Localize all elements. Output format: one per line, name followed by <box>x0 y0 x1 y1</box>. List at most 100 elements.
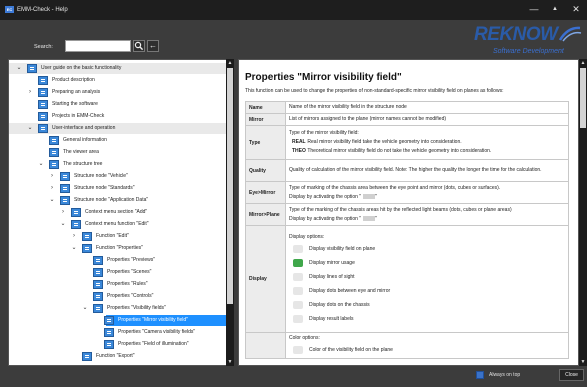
chevron-down-icon[interactable]: ⌄ <box>26 123 34 134</box>
option-label: Display lines of sight <box>309 273 355 280</box>
search-input[interactable] <box>65 40 131 52</box>
scroll-up-icon[interactable]: ▲ <box>226 59 234 67</box>
page-intro: This function can be used to change the … <box>245 88 504 94</box>
row-key: Mirror>Plane <box>245 203 286 226</box>
tree-item-label: Function "Properties" <box>96 245 143 251</box>
scroll-down-icon[interactable]: ▼ <box>579 358 587 366</box>
tree-item-label: Starting the software <box>52 101 98 107</box>
tree-item[interactable]: Product description <box>9 75 233 86</box>
tree-item[interactable]: ⌄ The structure tree <box>9 159 233 170</box>
table-row: Mirror>Plane Type of the marking of the … <box>245 203 569 226</box>
display-option: Display dots between eye and mirror <box>289 284 565 298</box>
table-row: Quality Quality of calculation of the mi… <box>245 159 569 182</box>
tree-item[interactable]: Properties "Camera visibility fields" <box>9 327 233 338</box>
option-label: Display mirror usage <box>309 259 355 266</box>
chevron-down-icon[interactable]: ⌄ <box>70 243 78 254</box>
chevron-right-icon[interactable]: › <box>48 183 56 194</box>
color-option: Color of the visibility field on the pla… <box>289 343 565 357</box>
tree-item[interactable]: ⌄ User guide on the basic functionality <box>9 63 233 74</box>
search-label: Search: <box>34 44 53 50</box>
row-key: Mirror <box>245 113 286 126</box>
scroll-down-icon[interactable]: ▼ <box>226 358 234 366</box>
mirror-plane-option: Display by activating the option " " <box>289 215 377 222</box>
help-content: Properties "Mirror visibility field" Thi… <box>238 59 579 366</box>
tree-item[interactable]: Properties "Mirror visibility field" <box>104 315 233 326</box>
content-scrollbar[interactable]: ▲ ▼ <box>579 59 587 366</box>
chevron-down-icon[interactable]: ⌄ <box>37 159 45 170</box>
chevron-right-icon[interactable]: › <box>48 171 56 182</box>
document-icon <box>104 316 114 325</box>
logo-subtitle: Software Development <box>493 48 564 55</box>
back-button[interactable]: ← <box>147 40 159 52</box>
tree-item[interactable]: The viewer area <box>9 147 233 158</box>
chevron-right-icon[interactable]: › <box>59 207 67 218</box>
document-icon <box>82 232 92 241</box>
tree-item[interactable]: ⌄ Properties "Visibility fields" <box>9 303 233 314</box>
row-value: Type of the marking of the chassis areas… <box>285 203 569 226</box>
color-heading: Color options: <box>289 335 320 341</box>
tree-item[interactable]: Properties "Controls" <box>9 291 233 302</box>
option-label: Display visibility field on plane <box>309 245 376 252</box>
row-value: List of mirrors assigned to the plane (m… <box>285 113 569 126</box>
search-button[interactable] <box>133 40 145 52</box>
row-key: Eye>Mirror <box>245 181 286 204</box>
tree-item[interactable]: › Context menu section "Add" <box>9 207 233 218</box>
document-icon <box>82 352 92 361</box>
tree-item[interactable]: › Structure node "Vehicle" <box>9 171 233 182</box>
row-value: Type of the mirror visibility field: REA… <box>285 125 569 160</box>
chevron-right-icon[interactable]: › <box>70 231 78 242</box>
chevron-right-icon[interactable]: › <box>26 87 34 98</box>
result-labels-icon <box>293 314 303 323</box>
logo: REKNOW Software Development <box>474 24 584 60</box>
row-value: Name of the mirror visibility field in t… <box>285 101 569 114</box>
dots-chassis-icon <box>293 300 303 309</box>
type-real: REAL Real mirror visibility field take t… <box>289 138 565 147</box>
tree-item[interactable]: › Structure node "Standards" <box>9 183 233 194</box>
display-option: Display result labels <box>289 312 565 326</box>
chevron-down-icon[interactable]: ⌄ <box>15 63 23 74</box>
close-window-button[interactable]: ✕ <box>570 4 582 15</box>
chevron-down-icon[interactable]: ⌄ <box>81 303 89 314</box>
document-icon <box>93 280 103 289</box>
tree-item[interactable]: Properties "Field of illumination" <box>9 339 233 350</box>
page-title: Properties "Mirror visibility field" <box>245 72 402 83</box>
chevron-down-icon[interactable]: ⌄ <box>48 195 56 206</box>
maximize-button[interactable]: ▲ <box>549 4 561 15</box>
document-icon <box>60 184 70 193</box>
tree-item[interactable]: Properties "Scenes" <box>9 267 233 278</box>
tree-item[interactable]: Starting the software <box>9 99 233 110</box>
logo-text: REKNOW <box>474 24 558 45</box>
option-label: Display dots on the chassis <box>309 301 370 308</box>
minimize-button[interactable]: — <box>528 4 540 15</box>
tree-item[interactable]: › Preparing an analysis <box>9 87 233 98</box>
close-button[interactable]: Close <box>559 369 584 381</box>
tree-item[interactable]: ⌄ User-interface and operation <box>9 123 233 134</box>
tree-item[interactable]: ⌄ Structure node "Application Data" <box>9 195 233 206</box>
tree-item[interactable]: › Function "Edit" <box>9 231 233 242</box>
always-on-top-label: Always on top <box>489 372 521 378</box>
help-tree[interactable]: ⌄ User guide on the basic functionality Pr… <box>8 59 234 366</box>
scroll-up-icon[interactable]: ▲ <box>579 59 587 67</box>
tree-item[interactable]: ⌄ Function "Properties" <box>9 243 233 254</box>
tree-item[interactable]: Properties "Previews" <box>9 255 233 266</box>
row-key: Display <box>245 225 286 333</box>
display-option: Display lines of sight <box>289 270 565 284</box>
option-text: Display by activating the option " <box>289 215 362 222</box>
window-title: EMM-Check - Help <box>17 7 68 13</box>
tree-item[interactable]: Projects in EMM-Check <box>9 111 233 122</box>
tree-item[interactable]: Properties "Rules" <box>9 279 233 290</box>
always-on-top-checkbox[interactable] <box>476 371 484 379</box>
document-icon <box>27 64 37 73</box>
tree-scrollbar[interactable]: ▲ ▼ <box>226 59 234 366</box>
title-bar: EC EMM-Check - Help — ▲ ✕ <box>0 0 587 20</box>
tree-item-label: Properties "Visibility fields" <box>107 305 166 311</box>
document-icon <box>38 124 48 133</box>
tree-item[interactable]: Function "Export" <box>9 351 233 362</box>
scroll-thumb[interactable] <box>227 68 233 304</box>
scroll-thumb[interactable] <box>580 68 586 128</box>
tree-item[interactable]: ⌄ Context menu function "Edit" <box>9 219 233 230</box>
eye-mirror-desc: Type of marking of the chassis area betw… <box>289 184 501 191</box>
row-key <box>245 332 286 359</box>
chevron-down-icon[interactable]: ⌄ <box>59 219 67 230</box>
tree-item[interactable]: General information <box>9 135 233 146</box>
